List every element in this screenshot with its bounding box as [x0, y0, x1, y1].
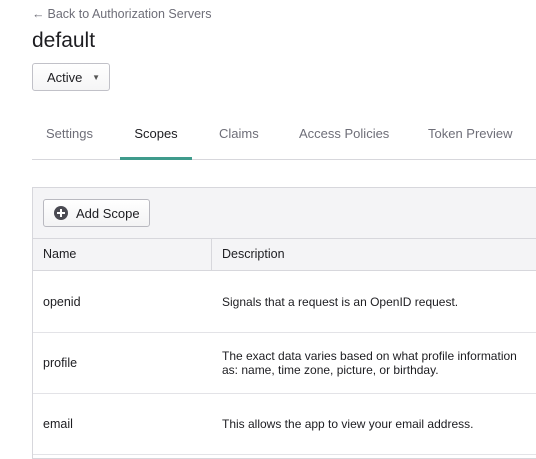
- back-to-authorization-servers-link[interactable]: ← Back to Authorization Servers: [32, 7, 211, 21]
- scope-name-text: email: [43, 416, 73, 431]
- tab-settings[interactable]: Settings: [46, 113, 93, 159]
- add-scope-button[interactable]: Add Scope: [43, 199, 150, 227]
- table-row[interactable]: openid Signals that a request is an Open…: [33, 271, 536, 333]
- scopes-panel: Add Scope Name Description openid Signal…: [32, 187, 536, 459]
- scope-name: profile: [43, 332, 77, 393]
- scope-description: Signals that a request is an OpenID requ…: [222, 271, 536, 332]
- tab-bar: Settings Scopes Claims Access Policies T…: [32, 113, 536, 160]
- column-header-description: Description: [222, 247, 285, 261]
- page-title: default: [32, 29, 96, 52]
- back-arrow-icon: ←: [32, 7, 45, 21]
- scope-description: The exact data varies based on what prof…: [222, 332, 536, 393]
- scope-description-text: This allows the app to view your email a…: [222, 416, 474, 431]
- scopes-table-header: Name Description: [33, 239, 536, 271]
- table-row[interactable]: email This allows the app to view your e…: [33, 393, 536, 455]
- column-divider: [211, 239, 212, 270]
- tab-scopes[interactable]: Scopes: [120, 113, 192, 160]
- tab-access-policies[interactable]: Access Policies: [299, 113, 389, 159]
- status-select[interactable]: Active ▼: [32, 63, 110, 91]
- scope-name: email: [43, 393, 73, 454]
- plus-circle-icon: [54, 206, 68, 220]
- scope-name-text: openid: [43, 294, 81, 309]
- scopes-toolbar: Add Scope: [33, 188, 536, 239]
- tab-token-preview[interactable]: Token Preview: [428, 113, 513, 159]
- tab-claims[interactable]: Claims: [219, 113, 259, 159]
- chevron-down-icon: ▼: [92, 73, 100, 82]
- scope-description-text: Signals that a request is an OpenID requ…: [222, 294, 459, 309]
- status-selected-value: Active: [47, 69, 83, 85]
- scope-description: This allows the app to view your email a…: [222, 393, 536, 454]
- scope-description-text: The exact data varies based on what prof…: [222, 348, 517, 377]
- scope-name-text: profile: [43, 355, 78, 370]
- add-scope-label: Add Scope: [76, 205, 140, 221]
- scope-name: openid: [43, 271, 81, 332]
- table-row[interactable]: profile The exact data varies based on w…: [33, 332, 536, 394]
- column-header-name: Name: [43, 247, 77, 261]
- back-link-label: Back to Authorization Servers: [47, 7, 212, 21]
